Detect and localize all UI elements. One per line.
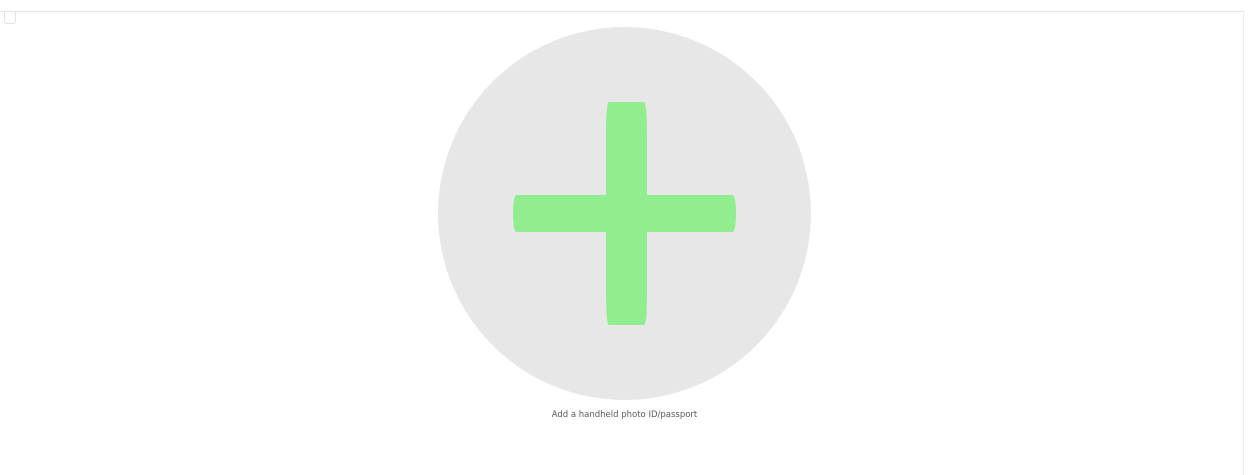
top-divider [0, 11, 1244, 12]
plus-icon [513, 102, 736, 325]
upload-label: Add a handheld photo ID/passport [551, 410, 698, 420]
right-divider [1243, 11, 1244, 475]
upload-panel: Add a handheld photo ID/passport [0, 0, 1249, 475]
add-photo-id-button[interactable] [438, 27, 811, 400]
corner-checkbox[interactable] [4, 12, 16, 24]
